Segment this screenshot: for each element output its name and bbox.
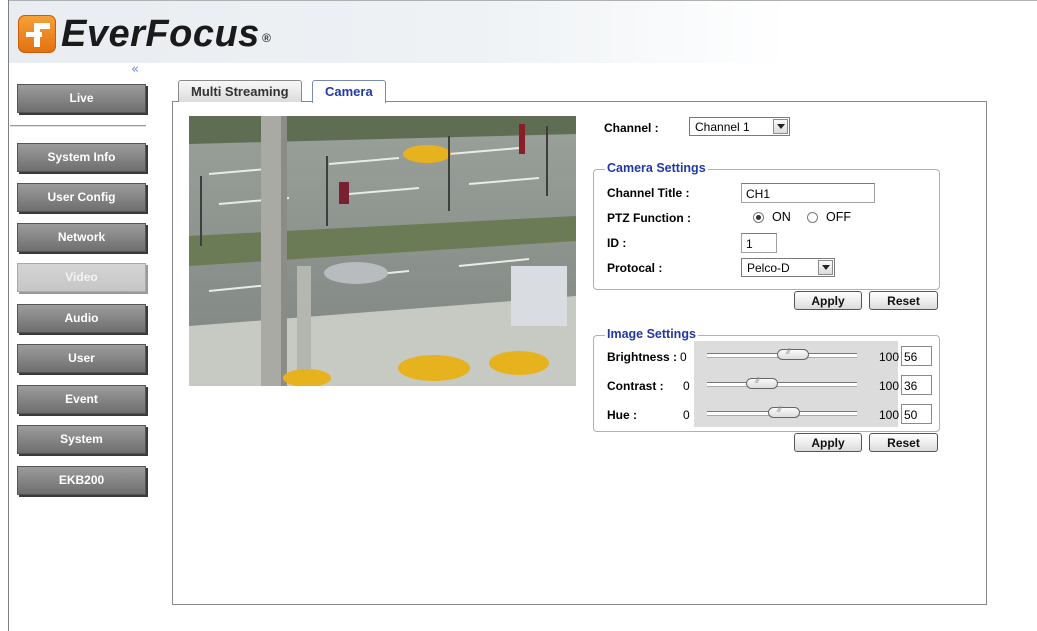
hue-min: 0 <box>683 408 690 422</box>
id-label: ID : <box>607 236 627 250</box>
nav-system-button[interactable]: System <box>17 425 146 454</box>
protocol-select[interactable]: Pelco-D <box>741 258 835 277</box>
logo-mark-icon <box>18 15 56 53</box>
protocol-label: Protocal : <box>607 261 663 275</box>
contrast-label: Contrast : <box>607 379 664 393</box>
image-settings-legend: Image Settings <box>605 327 698 341</box>
channel-label: Channel : <box>604 121 659 135</box>
chevron-down-icon[interactable] <box>818 260 833 275</box>
nav-ekb200-button[interactable]: EKB200 <box>17 466 146 495</box>
image-apply-button[interactable]: Apply <box>794 433 862 452</box>
tab-camera[interactable]: Camera <box>312 80 386 103</box>
contrast-min: 0 <box>683 379 690 393</box>
nav-user-button[interactable]: User <box>17 344 146 373</box>
live-video-preview <box>189 116 576 386</box>
contrast-slider-thumb[interactable] <box>746 376 778 389</box>
hue-max: 100 <box>879 408 900 422</box>
nav-audio-button[interactable]: Audio <box>17 304 146 333</box>
brightness-max: 100 <box>879 350 900 364</box>
channel-title-label: Channel Title : <box>607 186 690 200</box>
camera-feed-image <box>189 116 576 386</box>
brightness-min: 0 <box>680 350 687 364</box>
channel-select-value: Channel 1 <box>695 120 750 134</box>
collapse-sidebar-icon[interactable]: « <box>131 62 139 77</box>
chevron-down-icon[interactable] <box>773 119 788 134</box>
camera-reset-button[interactable]: Reset <box>869 291 938 310</box>
brightness-label: Brightness : <box>607 350 678 364</box>
nav-live-button[interactable]: Live <box>17 84 146 113</box>
ptz-off-radio[interactable] <box>807 212 818 223</box>
window-left-border <box>8 0 9 631</box>
camera-apply-button[interactable]: Apply <box>794 291 862 310</box>
nav-network-button[interactable]: Network <box>17 223 146 252</box>
id-input[interactable]: 1 <box>741 233 777 253</box>
logo-text: EverFocus ® <box>61 13 272 55</box>
tab-multi-streaming[interactable]: Multi Streaming <box>178 80 302 102</box>
hue-label: Hue : <box>607 408 637 422</box>
channel-select[interactable]: Channel 1 <box>689 117 790 136</box>
nav-system-info-button[interactable]: System Info <box>17 143 146 172</box>
contrast-max: 100 <box>879 379 900 393</box>
brightness-slider-thumb[interactable] <box>777 347 809 360</box>
channel-title-input[interactable]: CH1 <box>741 183 875 203</box>
camera-settings-legend: Camera Settings <box>605 161 708 175</box>
brightness-value-input[interactable]: 56 <box>901 346 932 366</box>
nav-event-button[interactable]: Event <box>17 385 146 414</box>
nav-user-config-button[interactable]: User Config <box>17 183 146 212</box>
contrast-slider-track[interactable] <box>707 382 857 387</box>
nav-video-button[interactable]: Video <box>17 263 146 292</box>
image-reset-button[interactable]: Reset <box>869 433 938 452</box>
contrast-value-input[interactable]: 36 <box>901 375 932 395</box>
hue-value-input[interactable]: 50 <box>901 404 932 424</box>
ptz-off-label: OFF <box>826 210 851 224</box>
protocol-select-value: Pelco-D <box>747 261 790 275</box>
hue-slider-thumb[interactable] <box>768 405 800 418</box>
ptz-on-radio[interactable] <box>753 212 764 223</box>
everfocus-logo: EverFocus ® <box>18 12 271 56</box>
ptz-on-label: ON <box>772 210 791 224</box>
ptz-function-label: PTZ Function : <box>607 211 691 225</box>
